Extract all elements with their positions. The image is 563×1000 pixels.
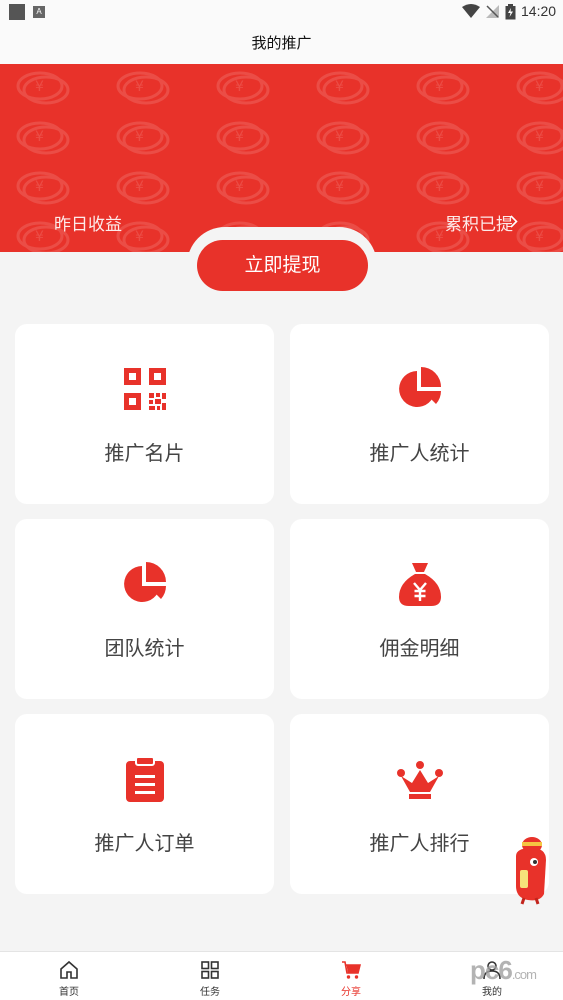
battery-icon bbox=[505, 4, 516, 20]
tab-label: 首页 bbox=[59, 987, 79, 998]
svg-text:¥: ¥ bbox=[235, 79, 244, 95]
tab-tasks[interactable]: 任务 bbox=[170, 952, 250, 1000]
svg-text:¥: ¥ bbox=[135, 129, 144, 145]
yesterday-earnings-label: 昨日收益 bbox=[54, 215, 122, 235]
svg-text:¥: ¥ bbox=[335, 79, 344, 95]
svg-text:¥: ¥ bbox=[35, 79, 44, 95]
svg-text:¥: ¥ bbox=[35, 229, 44, 245]
svg-text:¥: ¥ bbox=[535, 129, 544, 145]
card-promotion-card[interactable]: 推广名片 bbox=[15, 324, 274, 504]
mascot-float-icon[interactable] bbox=[510, 836, 550, 906]
svg-text:¥: ¥ bbox=[335, 129, 344, 145]
svg-text:¥: ¥ bbox=[535, 179, 544, 195]
svg-text:¥: ¥ bbox=[135, 79, 144, 95]
clock-text: 14:20 bbox=[521, 3, 557, 19]
card-label: 推广人统计 bbox=[369, 441, 470, 465]
svg-text:¥: ¥ bbox=[35, 179, 44, 195]
card-label: 推广名片 bbox=[104, 441, 185, 465]
svg-text:¥: ¥ bbox=[235, 129, 244, 145]
notification-icon bbox=[9, 4, 25, 20]
svg-text:¥: ¥ bbox=[335, 179, 344, 195]
tab-label: 分享 bbox=[341, 987, 361, 998]
card-label: 佣金明细 bbox=[379, 636, 460, 660]
svg-text:¥: ¥ bbox=[135, 229, 144, 245]
card-team-stats[interactable]: 团队统计 bbox=[15, 519, 274, 699]
svg-text:¥: ¥ bbox=[35, 129, 44, 145]
card-commission-details[interactable]: 佣金明细 bbox=[290, 519, 549, 699]
card-label: 推广人订单 bbox=[94, 831, 195, 855]
status-bar: A 14:20 bbox=[0, 0, 563, 24]
signal-icon bbox=[486, 5, 499, 18]
card-promoter-stats[interactable]: 推广人统计 bbox=[290, 324, 549, 504]
wifi-icon bbox=[462, 4, 480, 18]
site-watermark: pc6.com bbox=[470, 955, 537, 985]
chevron-right-icon[interactable] bbox=[510, 215, 518, 228]
app-notification-icon: A bbox=[33, 6, 45, 18]
page-title: 我的推广 bbox=[0, 24, 563, 64]
earnings-banner: ¥¥¥¥¥¥¥¥¥¥¥¥¥¥¥¥¥¥¥¥¥¥¥¥ 昨日收益 累积已提 bbox=[0, 64, 563, 252]
svg-text:¥: ¥ bbox=[535, 79, 544, 95]
accumulated-withdrawn-link[interactable]: 累积已提 bbox=[445, 210, 513, 235]
pie-chart-icon bbox=[399, 367, 441, 407]
svg-text:¥: ¥ bbox=[535, 229, 544, 245]
pie-chart-icon bbox=[124, 562, 166, 602]
home-icon bbox=[60, 960, 78, 979]
tab-label: 任务 bbox=[200, 987, 220, 998]
clipboard-icon bbox=[126, 756, 164, 802]
svg-text:¥: ¥ bbox=[435, 129, 444, 145]
card-promoter-orders[interactable]: 推广人订单 bbox=[15, 714, 274, 894]
svg-text:¥: ¥ bbox=[135, 179, 144, 195]
withdraw-button[interactable]: 立即提现 bbox=[197, 240, 368, 291]
svg-text:¥: ¥ bbox=[435, 79, 444, 95]
card-label: 团队统计 bbox=[104, 636, 185, 660]
money-bag-icon bbox=[399, 563, 441, 606]
svg-text:¥: ¥ bbox=[435, 179, 444, 195]
grid-icon bbox=[201, 961, 219, 979]
svg-text:¥: ¥ bbox=[235, 179, 244, 195]
crown-icon bbox=[397, 761, 443, 799]
tab-share[interactable]: 分享 bbox=[311, 952, 391, 1000]
tab-home[interactable]: 首页 bbox=[29, 952, 109, 1000]
qr-code-icon bbox=[124, 368, 166, 410]
svg-text:¥: ¥ bbox=[435, 229, 444, 245]
cart-icon bbox=[342, 961, 361, 979]
